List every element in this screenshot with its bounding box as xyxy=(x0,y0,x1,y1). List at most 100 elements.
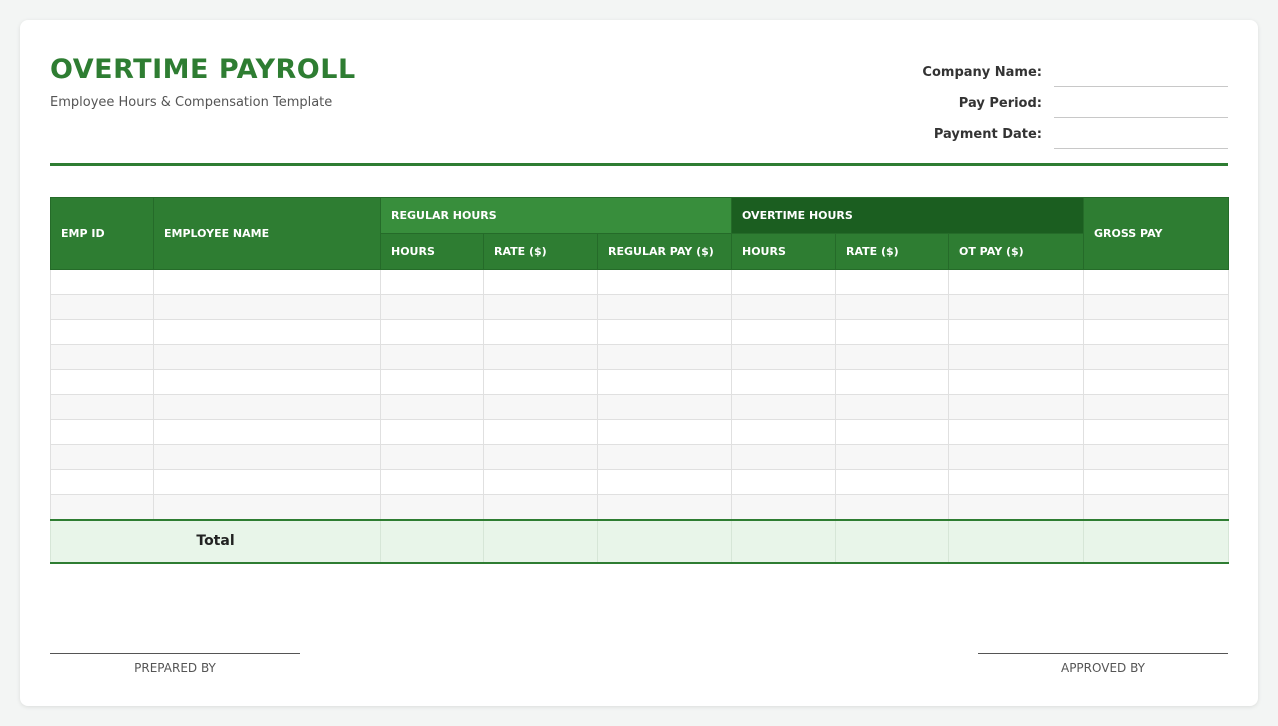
table-cell[interactable] xyxy=(597,419,732,445)
table-cell[interactable] xyxy=(947,294,1085,320)
table-cell[interactable] xyxy=(947,369,1085,395)
table-cell[interactable] xyxy=(153,294,381,320)
table-cell[interactable] xyxy=(597,444,732,470)
table-cell[interactable] xyxy=(835,444,949,470)
table-cell[interactable] xyxy=(380,269,484,295)
table-cell[interactable] xyxy=(731,394,836,420)
company-name-field[interactable] xyxy=(1054,61,1228,87)
table-cell[interactable] xyxy=(483,494,598,520)
table-cell[interactable] xyxy=(947,419,1085,445)
table-cell[interactable] xyxy=(50,394,154,420)
table-cell[interactable] xyxy=(835,419,949,445)
table-cell[interactable] xyxy=(597,394,732,420)
table-cell[interactable] xyxy=(1083,319,1230,345)
table-cell[interactable] xyxy=(380,369,484,395)
table-cell[interactable] xyxy=(947,344,1085,370)
table-cell[interactable] xyxy=(731,319,836,345)
table-cell[interactable] xyxy=(835,294,949,320)
table-cell[interactable] xyxy=(1083,469,1230,495)
table-cell[interactable] xyxy=(483,469,598,495)
pay-period-field[interactable] xyxy=(1054,92,1228,118)
total-overtime-rate-cell[interactable] xyxy=(835,518,949,564)
table-cell[interactable] xyxy=(50,294,154,320)
table-cell[interactable] xyxy=(50,494,154,520)
table-cell[interactable] xyxy=(50,419,154,445)
total-overtime-hours-cell[interactable] xyxy=(731,518,836,564)
table-cell[interactable] xyxy=(483,394,598,420)
table-cell[interactable] xyxy=(597,344,732,370)
table-cell[interactable] xyxy=(483,269,598,295)
table-cell[interactable] xyxy=(153,419,381,445)
table-cell[interactable] xyxy=(1083,394,1230,420)
table-cell[interactable] xyxy=(731,344,836,370)
table-cell[interactable] xyxy=(597,369,732,395)
table-cell[interactable] xyxy=(1083,444,1230,470)
table-cell[interactable] xyxy=(835,494,949,520)
table-cell[interactable] xyxy=(483,444,598,470)
table-cell[interactable] xyxy=(380,319,484,345)
table-cell[interactable] xyxy=(483,344,598,370)
table-cell[interactable] xyxy=(153,494,381,520)
table-cell[interactable] xyxy=(380,419,484,445)
table-cell[interactable] xyxy=(731,419,836,445)
table-cell[interactable] xyxy=(947,269,1085,295)
table-cell[interactable] xyxy=(153,394,381,420)
table-cell[interactable] xyxy=(50,369,154,395)
table-cell[interactable] xyxy=(597,294,732,320)
table-cell[interactable] xyxy=(835,269,949,295)
total-ot-pay-cell[interactable] xyxy=(947,518,1085,564)
table-cell[interactable] xyxy=(50,469,154,495)
table-cell[interactable] xyxy=(597,494,732,520)
total-regular-hours-cell[interactable] xyxy=(380,518,484,564)
table-cell[interactable] xyxy=(153,319,381,345)
table-cell[interactable] xyxy=(835,319,949,345)
table-cell[interactable] xyxy=(1083,344,1230,370)
table-cell[interactable] xyxy=(947,319,1085,345)
table-cell[interactable] xyxy=(1083,369,1230,395)
table-cell[interactable] xyxy=(597,469,732,495)
table-cell[interactable] xyxy=(835,469,949,495)
table-cell[interactable] xyxy=(50,269,154,295)
table-cell[interactable] xyxy=(483,419,598,445)
table-cell[interactable] xyxy=(731,294,836,320)
table-cell[interactable] xyxy=(1083,269,1230,295)
table-cell[interactable] xyxy=(153,344,381,370)
table-cell[interactable] xyxy=(380,394,484,420)
table-cell[interactable] xyxy=(50,319,154,345)
table-cell[interactable] xyxy=(1083,494,1230,520)
table-cell[interactable] xyxy=(153,369,381,395)
table-cell[interactable] xyxy=(835,369,949,395)
table-cell[interactable] xyxy=(483,319,598,345)
total-gross-pay-cell[interactable] xyxy=(1083,518,1230,564)
table-cell[interactable] xyxy=(597,319,732,345)
table-cell[interactable] xyxy=(731,269,836,295)
table-cell[interactable] xyxy=(1083,294,1230,320)
table-cell[interactable] xyxy=(731,469,836,495)
table-cell[interactable] xyxy=(50,444,154,470)
table-cell[interactable] xyxy=(835,344,949,370)
table-cell[interactable] xyxy=(153,444,381,470)
table-cell[interactable] xyxy=(731,369,836,395)
table-cell[interactable] xyxy=(1083,419,1230,445)
table-cell[interactable] xyxy=(947,394,1085,420)
payment-date-field[interactable] xyxy=(1054,123,1228,149)
table-cell[interactable] xyxy=(947,444,1085,470)
table-cell[interactable] xyxy=(947,494,1085,520)
table-cell[interactable] xyxy=(153,269,381,295)
table-cell[interactable] xyxy=(380,469,484,495)
table-cell[interactable] xyxy=(835,394,949,420)
table-cell[interactable] xyxy=(731,494,836,520)
total-regular-rate-cell[interactable] xyxy=(483,518,598,564)
table-cell[interactable] xyxy=(483,294,598,320)
table-cell[interactable] xyxy=(483,369,598,395)
table-cell[interactable] xyxy=(380,344,484,370)
table-cell[interactable] xyxy=(380,294,484,320)
table-cell[interactable] xyxy=(380,444,484,470)
table-cell[interactable] xyxy=(50,344,154,370)
table-cell[interactable] xyxy=(153,469,381,495)
table-cell[interactable] xyxy=(380,494,484,520)
table-cell[interactable] xyxy=(947,469,1085,495)
total-regular-pay-cell[interactable] xyxy=(597,518,732,564)
table-cell[interactable] xyxy=(731,444,836,470)
table-cell[interactable] xyxy=(597,269,732,295)
